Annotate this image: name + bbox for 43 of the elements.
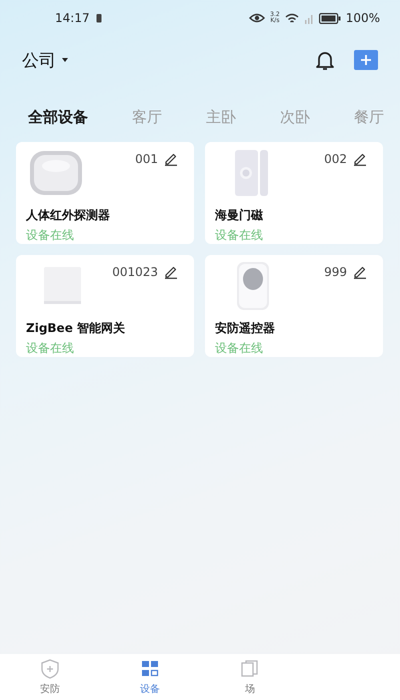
shield-icon	[40, 658, 60, 678]
device-card[interactable]: 002 海曼门磁 设备在线	[205, 142, 383, 244]
clock-time: 14:17	[55, 11, 90, 25]
nav-tab[interactable]: 场	[200, 654, 300, 700]
device-name: 安防遥控器	[215, 320, 276, 337]
room-tab[interactable]: 主卧	[206, 108, 236, 126]
edit-icon[interactable]	[353, 152, 367, 166]
bell-icon[interactable]	[314, 49, 336, 71]
eye-icon	[249, 13, 266, 23]
plus-icon	[360, 54, 372, 66]
device-card[interactable]: 999 安防遥控器 设备在线	[205, 255, 383, 357]
device-status: 设备在线	[26, 340, 75, 357]
device-number: 002	[324, 152, 347, 166]
device-name: ZigBee 智能网关	[26, 320, 126, 337]
add-button[interactable]	[354, 50, 378, 70]
home-selector[interactable]: 公司	[22, 48, 68, 72]
battery-icon	[318, 12, 341, 24]
grid-icon	[140, 658, 160, 678]
device-number: 999	[324, 265, 347, 279]
device-name: 海曼门磁	[215, 207, 264, 224]
cards-icon	[240, 658, 260, 678]
device-status: 设备在线	[215, 227, 264, 244]
room-tab[interactable]: 客厅	[132, 108, 162, 126]
device-status: 设备在线	[26, 227, 75, 244]
edit-icon[interactable]	[353, 265, 367, 279]
room-tab[interactable]: 餐厅	[354, 108, 384, 126]
device-status: 设备在线	[215, 340, 264, 357]
nav-tab[interactable]: 安防	[0, 654, 100, 700]
device-name: 人体红外探测器	[26, 207, 111, 224]
battery-icon	[96, 13, 102, 23]
room-tab[interactable]: 次卧	[280, 108, 310, 126]
edit-icon[interactable]	[164, 152, 178, 166]
room-tab[interactable]: 全部设备	[28, 108, 88, 126]
nav-tab[interactable]: 设备	[100, 654, 200, 700]
device-card[interactable]: 001023 ZigBee 智能网关 设备在线	[16, 255, 194, 357]
signal-icon	[304, 12, 314, 24]
caret-icon	[62, 58, 68, 62]
wifi-icon	[284, 12, 299, 24]
battery-level: 100%	[346, 11, 380, 25]
device-card[interactable]: 001 人体红外探测器 设备在线	[16, 142, 194, 244]
device-number: 001023	[112, 265, 158, 279]
device-number: 001	[135, 152, 158, 166]
edit-icon[interactable]	[164, 265, 178, 279]
